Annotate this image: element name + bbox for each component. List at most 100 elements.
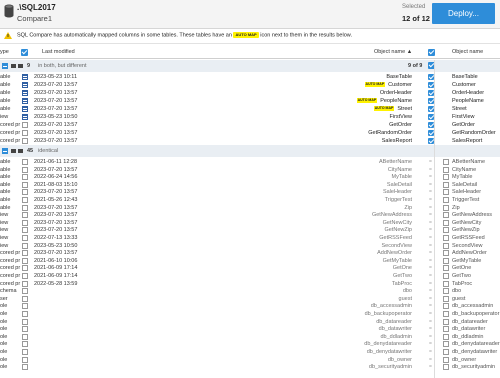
object-icon (22, 288, 28, 295)
target-object-name: ABetterName (452, 159, 486, 165)
target-object-name: db_denydatawriter (452, 349, 498, 355)
notice-text-after: icon next to them in the results below. (260, 32, 352, 39)
object-type: ole (0, 303, 8, 310)
last-modified: 2023-07-20 13:57 (34, 219, 78, 226)
view-icon (11, 64, 16, 68)
equal-icon: = (429, 257, 432, 264)
table-row[interactable]: cored pr 2023-07-20 13:57 GetOrder GetOrder (0, 121, 500, 129)
last-modified: 2021-06-11 12:28 (34, 159, 78, 165)
collapse-icon[interactable] (2, 63, 8, 69)
group-label: in both, but different (38, 63, 87, 69)
table-row[interactable]: able 2023-07-20 13:57 AUTO MAP PeopleName Pe… (0, 97, 500, 105)
group-count: 45 (27, 148, 34, 154)
object-type: able (0, 197, 11, 203)
equal-icon: = (429, 326, 432, 333)
object-name: SaleDetail (386, 181, 412, 188)
last-modified: 2022-05-28 13:59 (34, 280, 78, 287)
table-row[interactable]: cored pr 2023-07-20 13:57 GetRandomOrder Ge… (0, 129, 500, 137)
auto-map-badge: AUTO MAP (356, 98, 378, 104)
target-object-name: SaleDetail (452, 181, 478, 188)
table-row[interactable]: cored pr 2023-07-20 13:57 SalesReport Sales… (0, 137, 500, 145)
target-object-name: GetNewAddress (452, 212, 493, 219)
object-type: cored pr (0, 257, 21, 264)
object-icon (443, 197, 449, 203)
object-icon (443, 288, 449, 295)
object-name-text: FirstView (389, 114, 412, 120)
object-type: able (0, 189, 11, 196)
table-icon (22, 90, 28, 96)
object-type: able (0, 98, 11, 104)
object-name: GetNewAddress (371, 212, 412, 219)
target-object-name: PeopleName (452, 98, 484, 104)
target-object-name: GetRSSFeed (452, 235, 485, 241)
equal-icon: = (429, 204, 432, 211)
object-name: BaseTable (386, 74, 412, 80)
target-object-name: Street (452, 106, 467, 112)
object-icon (443, 333, 449, 340)
title-bar: .\SQL2017 Compare1 Selected 12 of 12 Dep… (0, 0, 500, 29)
table-row[interactable]: able 2023-05-23 10:11 BaseTable BaseTable (0, 73, 500, 81)
object-type: ole (0, 333, 8, 340)
equal-icon: = (429, 235, 432, 241)
table-row[interactable]: able 2023-07-20 13:57 OrderHeader OrderHead… (0, 89, 500, 97)
last-modified: 2021-05-26 12:43 (34, 197, 78, 203)
table-row[interactable]: iew 2023-05-23 10:50 FirstView FirstView (0, 113, 500, 121)
object-icon (22, 326, 28, 333)
table-row[interactable]: able 2023-07-20 13:57 AUTO MAP Customer Cust… (0, 81, 500, 89)
table-row[interactable]: able 2023-07-20 13:57 AUTO MAP Street Street (0, 105, 500, 113)
equal-icon: = (429, 181, 432, 188)
database-name: .\SQL2017 (17, 3, 56, 12)
include-all-checkbox[interactable] (428, 49, 435, 56)
last-modified-column-header[interactable]: Last modified (42, 49, 75, 55)
last-modified: 2023-07-20 13:57 (34, 130, 78, 136)
object-name-text: Customer (388, 82, 412, 88)
group-header-different[interactable]: 9 in both, but different 9 of 9 (0, 60, 500, 72)
object-name: SalesReport (382, 138, 412, 144)
object-type: iew (0, 235, 9, 241)
object-name: ABetterName (378, 159, 412, 165)
object-icon (443, 341, 449, 348)
target-object-name: Zip (452, 204, 460, 211)
target-object-name-column-header[interactable]: Object name (452, 49, 483, 55)
type-column-header[interactable]: ype (0, 49, 9, 55)
object-name-text: OrderHeader (379, 90, 412, 96)
object-icon (443, 181, 449, 188)
equal-icon: = (429, 174, 432, 181)
view-icon (11, 149, 16, 153)
equal-icon: = (429, 166, 432, 173)
deploy-button[interactable]: Deploy... (432, 3, 495, 24)
target-object-name: GetNewCity (452, 219, 482, 226)
object-name: SaleHeader (382, 189, 412, 196)
collapse-icon[interactable] (2, 148, 8, 154)
equal-icon: = (429, 189, 432, 196)
auto-map-notice: SQL Compare has automatically mapped col… (0, 29, 500, 43)
object-type: chema (0, 288, 17, 295)
view-icon (18, 149, 23, 153)
last-modified: 2021-06-09 17:14 (34, 273, 78, 279)
target-object-name: db_securityadmin (452, 364, 496, 371)
select-all-checkbox[interactable] (21, 49, 28, 56)
object-name: db_ddladmin (380, 333, 413, 340)
object-icon (443, 235, 449, 241)
object-type: able (0, 174, 11, 181)
object-icon (22, 265, 28, 272)
object-name: db_datawriter (378, 326, 412, 333)
column-divider[interactable] (434, 60, 435, 378)
object-name: GetRSSFeed (379, 235, 412, 241)
equal-icon: = (429, 227, 432, 234)
target-object-name: db_accessadmin (452, 303, 494, 310)
equal-icon: = (429, 159, 432, 165)
target-object-name: TabProc (452, 280, 473, 287)
equal-icon: = (429, 303, 432, 310)
auto-map-badge: AUTO MAP (373, 106, 395, 112)
table-row[interactable]: ole db_securityadmin = db_securityadmin (0, 363, 500, 371)
target-object-name: db_datawriter (452, 326, 486, 333)
group-header-identical[interactable]: 45 identical (0, 145, 500, 157)
object-name: AUTO MAP Customer (364, 82, 412, 88)
equal-icon: = (429, 265, 432, 272)
target-object-name: GetMyTable (452, 257, 482, 264)
object-name-column-header[interactable]: Object name ▲ (374, 49, 412, 55)
equal-icon: = (429, 273, 432, 279)
target-object-name: db_backupoperator (452, 311, 500, 317)
target-object-name: Customer (452, 82, 476, 88)
